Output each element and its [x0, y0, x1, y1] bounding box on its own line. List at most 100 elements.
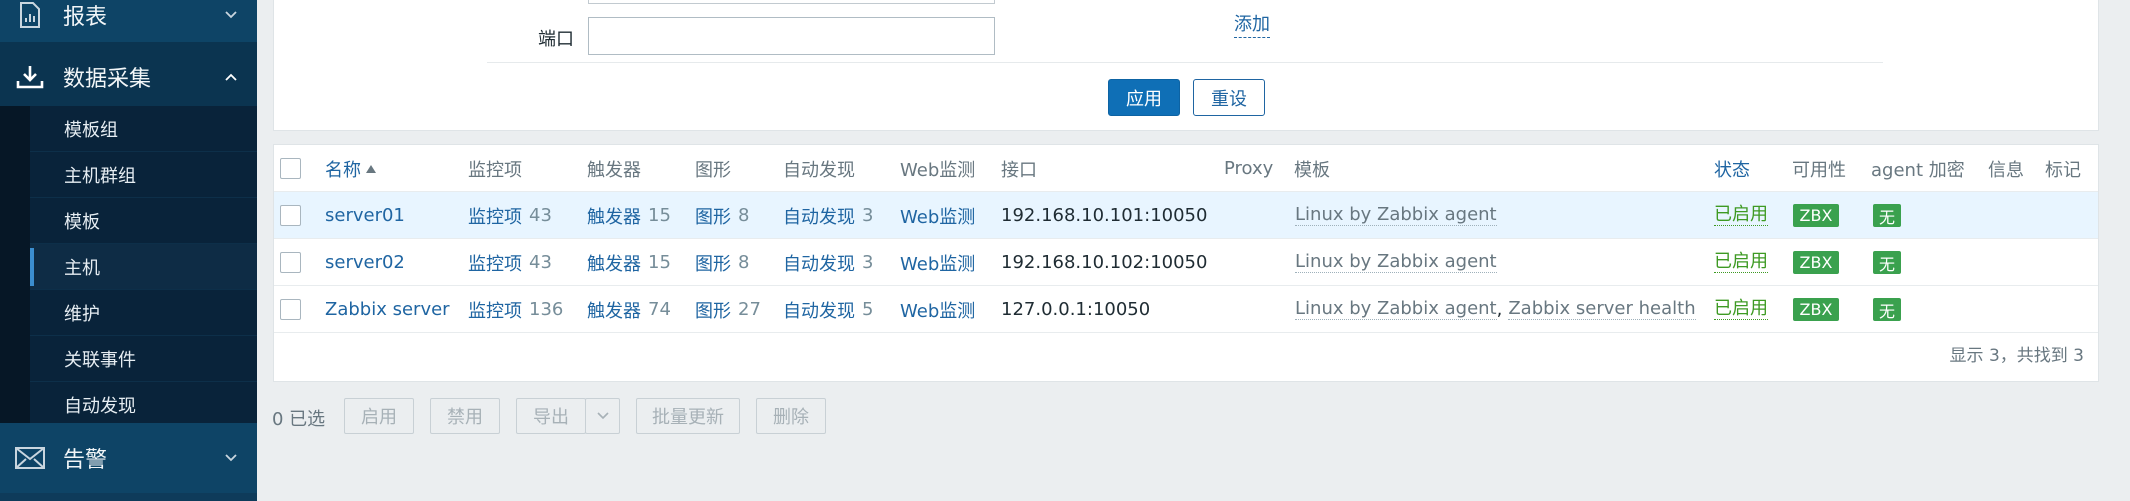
graphs-link[interactable]: 图形	[695, 203, 731, 229]
interface-value: 192.168.10.102:10050	[1001, 252, 1208, 273]
triggers-link[interactable]: 触发器	[587, 203, 641, 229]
add-tag-link[interactable]: 添加	[1234, 10, 1270, 38]
status-toggle[interactable]: 已启用	[1714, 252, 1768, 273]
export-button[interactable]: 导出	[516, 398, 586, 434]
filter-field-above[interactable]	[588, 0, 995, 4]
results-count: 显示 3，共找到 3	[1949, 346, 2084, 366]
table-row: server02 监控项 43 触发器 15 图形 8 自动发现 3 Web监测 192…	[274, 239, 2098, 286]
triggers-count: 15	[648, 205, 671, 226]
discovery-link[interactable]: 自动发现	[783, 250, 855, 276]
column-items-header: 监控项	[468, 159, 522, 181]
triggers-link[interactable]: 触发器	[587, 297, 641, 323]
sidebar-item-label: 维护	[64, 303, 100, 325]
column-proxy-header: Proxy	[1224, 158, 1274, 179]
table-header: 名称 监控项 触发器 图形 自动发现 Web监测 接口 Proxy 模板 状态 …	[274, 145, 2098, 192]
discovery-count: 3	[862, 252, 874, 273]
triggers-count: 15	[648, 252, 671, 273]
download-icon	[14, 61, 46, 93]
hosts-table: 名称 监控项 触发器 图形 自动发现 Web监测 接口 Proxy 模板 状态 …	[273, 144, 2099, 382]
discovery-link[interactable]: 自动发现	[783, 203, 855, 229]
zbx-availability-badge: ZBX	[1793, 298, 1839, 321]
discovery-link[interactable]: 自动发现	[783, 297, 855, 323]
interface-value: 192.168.10.101:10050	[1001, 205, 1208, 226]
sidebar-item-label: 自动发现	[64, 395, 136, 417]
sidebar-item-discovery[interactable]: 自动发现	[30, 382, 257, 428]
host-name-link[interactable]: server02	[325, 239, 405, 286]
column-name-header[interactable]: 名称	[325, 145, 377, 192]
template-separator: ,	[1496, 299, 1503, 320]
header-label: 名称	[325, 159, 361, 181]
graphs-link[interactable]: 图形	[695, 297, 731, 323]
sidebar-section-data-collection[interactable]: 数据采集	[0, 42, 257, 112]
mail-icon	[14, 442, 46, 474]
graphs-count: 8	[738, 252, 750, 273]
template-link[interactable]: Linux by Zabbix agent	[1295, 205, 1497, 226]
apply-button[interactable]: 应用	[1108, 79, 1180, 116]
zbx-availability-badge: ZBX	[1793, 204, 1839, 227]
items-link[interactable]: 监控项	[468, 250, 522, 276]
triggers-link[interactable]: 触发器	[587, 250, 641, 276]
items-count: 43	[529, 205, 552, 226]
web-link[interactable]: Web监测	[900, 192, 975, 239]
web-link[interactable]: Web监测	[900, 286, 975, 333]
sidebar-item-event-correlation[interactable]: 关联事件	[30, 336, 257, 382]
sidebar-section-label: 数据采集	[63, 67, 152, 92]
template-link[interactable]: Linux by Zabbix agent	[1295, 299, 1497, 320]
encryption-badge: 无	[1873, 251, 1901, 274]
column-status-header[interactable]: 状态	[1714, 145, 1750, 192]
disable-button[interactable]: 禁用	[430, 398, 500, 434]
column-encryption-header: agent 加密	[1871, 159, 1965, 181]
column-tags-header: 标记	[2045, 159, 2081, 181]
host-name-link[interactable]: server01	[325, 192, 405, 239]
sidebar-item-hosts[interactable]: 主机	[30, 244, 257, 290]
row-checkbox[interactable]	[280, 252, 301, 273]
sidebar-item-maintenance[interactable]: 维护	[30, 290, 257, 336]
status-toggle[interactable]: 已启用	[1714, 299, 1768, 320]
sidebar-item-label: 关联事件	[64, 349, 136, 371]
template-link[interactable]: Linux by Zabbix agent	[1295, 252, 1497, 273]
chevron-down-icon	[223, 7, 239, 23]
reset-button[interactable]: 重设	[1193, 79, 1265, 116]
sidebar-submenu: 模板组 主机群组 模板 主机 维护 关联事件 自动发现	[0, 106, 257, 428]
column-interface-header: 接口	[1001, 159, 1037, 181]
select-all-checkbox[interactable]	[280, 158, 301, 179]
column-info-header: 信息	[1988, 159, 2024, 181]
row-checkbox[interactable]	[280, 299, 301, 320]
sidebar-item-label: 模板	[64, 211, 100, 233]
host-name-link[interactable]: Zabbix server	[325, 286, 450, 333]
enable-button[interactable]: 启用	[344, 398, 414, 434]
chevron-down-icon	[223, 450, 239, 466]
sidebar-item-label: 模板组	[64, 119, 118, 141]
sidebar-section-alerts[interactable]: 告警	[0, 423, 257, 493]
mass-update-button[interactable]: 批量更新	[636, 398, 740, 434]
report-icon	[14, 0, 46, 31]
chevron-up-icon	[223, 69, 239, 85]
web-link[interactable]: Web监测	[900, 239, 975, 286]
graphs-link[interactable]: 图形	[695, 250, 731, 276]
sidebar-item-host-groups[interactable]: 主机群组	[30, 152, 257, 198]
delete-button[interactable]: 删除	[756, 398, 826, 434]
port-input[interactable]	[588, 17, 995, 55]
encryption-badge: 无	[1873, 298, 1901, 321]
graphs-count: 8	[738, 205, 750, 226]
selected-count: 0 已选	[272, 409, 326, 430]
template-link[interactable]: Zabbix server health	[1508, 299, 1696, 320]
items-link[interactable]: 监控项	[468, 203, 522, 229]
interface-value: 127.0.0.1:10050	[1001, 299, 1151, 320]
status-toggle[interactable]: 已启用	[1714, 205, 1768, 226]
graphs-count: 27	[738, 299, 761, 320]
sidebar-section-label: 告警	[63, 448, 108, 473]
sidebar-item-template-groups[interactable]: 模板组	[30, 106, 257, 152]
row-checkbox[interactable]	[280, 205, 301, 226]
sidebar-item-label: 主机群组	[64, 165, 136, 187]
sidebar-section-label: 报表	[63, 5, 108, 30]
export-dropdown-button[interactable]	[585, 398, 620, 434]
sidebar-item-label: 主机	[64, 257, 100, 279]
sidebar-item-templates[interactable]: 模板	[30, 198, 257, 244]
items-count: 136	[529, 299, 564, 320]
discovery-count: 5	[862, 299, 874, 320]
column-triggers-header: 触发器	[587, 159, 641, 181]
items-link[interactable]: 监控项	[468, 297, 522, 323]
column-graphs-header: 图形	[695, 159, 731, 181]
column-templates-header: 模板	[1294, 159, 1330, 181]
